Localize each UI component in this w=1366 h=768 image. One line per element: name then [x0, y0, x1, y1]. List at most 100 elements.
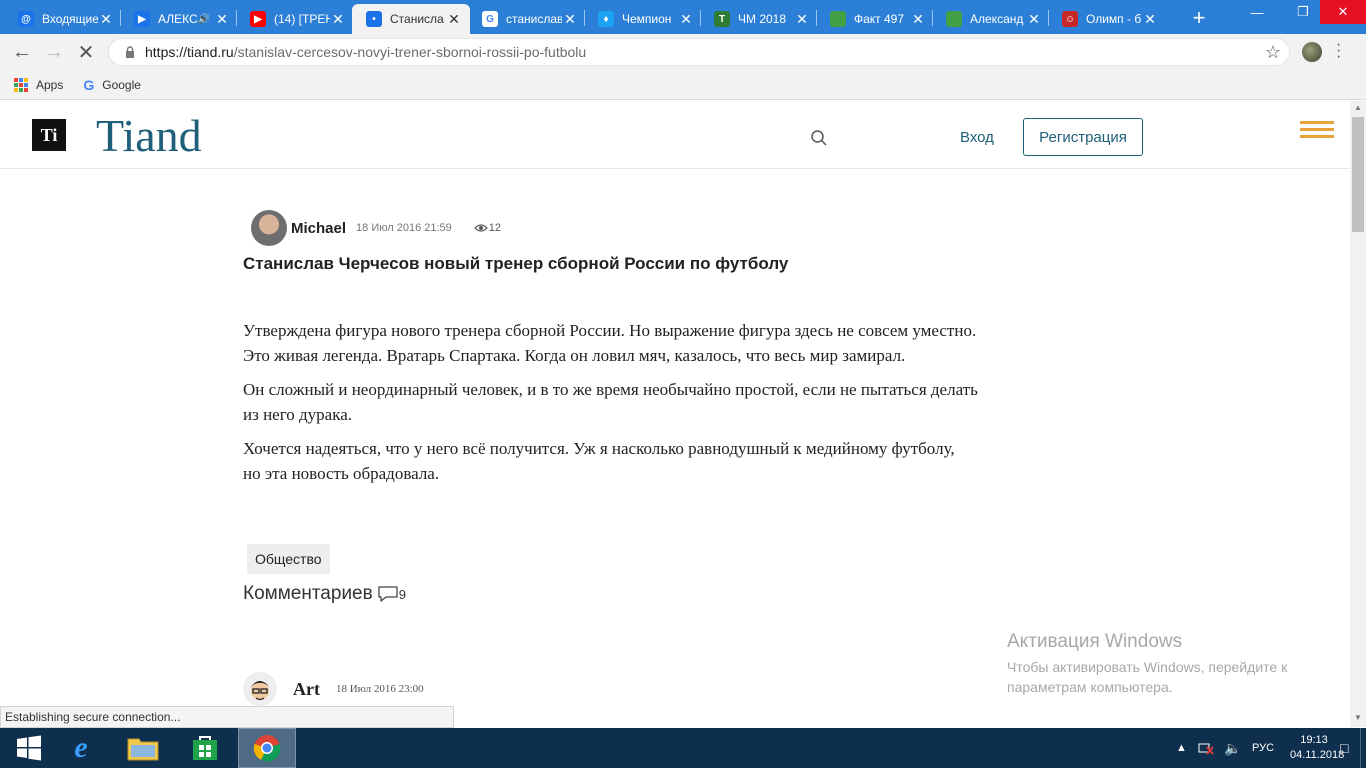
category-tag[interactable]: Общество [247, 544, 330, 574]
commenter-name[interactable]: Art [293, 679, 320, 700]
tab-favicon-icon [946, 11, 962, 27]
tab-favicon-icon: G [482, 11, 498, 27]
browser-tab[interactable]: T ЧМ 2018 ✕ [700, 4, 818, 34]
taskbar-ie[interactable]: e [52, 728, 110, 768]
profile-avatar[interactable] [1302, 42, 1322, 62]
register-button[interactable]: Регистрация [1023, 118, 1143, 156]
activation-text: Чтобы активировать Windows, перейдите кп… [1007, 659, 1288, 695]
tab-separator [236, 10, 237, 26]
apps-grid-icon [14, 77, 28, 92]
comment-header: Art 18 Июл 2016 23:00 [243, 669, 424, 709]
page-scrollbar[interactable]: ▲ ▼ [1350, 101, 1366, 727]
stop-loading-button[interactable]: ✕ [74, 40, 98, 64]
taskbar-chrome[interactable] [238, 728, 296, 768]
tab-favicon-icon: ▶ [250, 11, 266, 27]
browser-tab[interactable]: ▶ (14) [ТРЕН ✕ [236, 4, 354, 34]
scroll-thumb[interactable] [1352, 117, 1364, 232]
address-bar[interactable]: https://tiand.ru/stanislav-cercesov-novy… [108, 38, 1290, 66]
tab-close-icon[interactable]: ✕ [678, 11, 694, 28]
web-page: Ti Tiand Вход Регистрация Michael 18 Июл… [0, 101, 1350, 727]
search-icon[interactable] [810, 129, 828, 147]
forward-button[interactable]: → [42, 40, 66, 64]
tab-strip: + — ❐ ✕ @ Входящие ✕ ▶ АЛЕКС 🔊 ✕ ▶ (14) [ТРЕН ✕ • С… [0, 0, 1366, 34]
author-name[interactable]: Michael [291, 220, 346, 237]
tab-favicon-icon: ☺ [1062, 11, 1078, 27]
bookmark-google[interactable]: G Google [83, 77, 141, 93]
scroll-down-arrow-icon[interactable]: ▼ [1353, 713, 1363, 722]
tab-favicon-icon: T [714, 11, 730, 27]
paragraph: Утверждена фигура нового тренера сборной… [243, 321, 977, 365]
tab-audio-icon[interactable]: 🔊 [198, 14, 210, 25]
browser-tab[interactable]: ♦ Чемпион ✕ [584, 4, 702, 34]
start-button[interactable] [0, 728, 58, 768]
taskbar-explorer[interactable] [114, 728, 172, 768]
tray-overflow-icon[interactable]: ▲ [1176, 728, 1187, 768]
article-title: Станислав Черчесов новый тренер сборной … [243, 254, 789, 273]
status-bubble: Establishing secure connection... [0, 706, 454, 728]
browser-tab[interactable]: Факт 497 ✕ [816, 4, 934, 34]
volume-icon[interactable]: 🔈 [1224, 728, 1241, 768]
minimize-button[interactable]: — [1234, 0, 1280, 24]
tab-favicon-icon [830, 11, 846, 27]
windows-logo-icon [17, 735, 41, 761]
tab-title: Станисла [390, 12, 444, 26]
tab-close-icon[interactable]: ✕ [214, 11, 230, 28]
comments-header: Комментариев 9 [243, 583, 406, 605]
url-text: https://tiand.ru/stanislav-cercesov-novy… [145, 44, 587, 60]
bookmark-label: Google [102, 77, 141, 92]
tab-close-icon[interactable]: ✕ [794, 11, 810, 28]
close-window-button[interactable]: ✕ [1320, 0, 1366, 24]
browser-tab[interactable]: @ Входящие ✕ [4, 4, 122, 34]
tab-close-icon[interactable]: ✕ [562, 11, 578, 28]
new-tab-button[interactable]: + [1186, 5, 1212, 31]
language-indicator[interactable]: РУС [1252, 728, 1274, 768]
site-header: Ti Tiand Вход Регистрация [0, 101, 1350, 169]
author-avatar[interactable] [251, 210, 287, 246]
tab-close-icon[interactable]: ✕ [1142, 11, 1158, 28]
tab-favicon-icon: ♦ [598, 11, 614, 27]
post-date: 18 Июл 2016 21:59 [356, 222, 452, 234]
tab-close-icon[interactable]: ✕ [330, 11, 346, 28]
tab-title: Александ [970, 12, 1024, 26]
login-link[interactable]: Вход [960, 129, 994, 146]
browser-tab[interactable]: Gстанислав ✕ [468, 4, 586, 34]
bookmark-apps[interactable]: Apps [14, 77, 64, 92]
browser-tab[interactable]: Александ ✕ [932, 4, 1050, 34]
browser-tab[interactable]: ☺ Олимп - б ✕ [1048, 4, 1166, 34]
lock-icon [121, 46, 139, 58]
hamburger-menu-icon[interactable] [1300, 121, 1334, 142]
tab-close-icon[interactable]: ✕ [1026, 11, 1042, 28]
tab-close-icon[interactable]: ✕ [446, 11, 462, 28]
bookmark-label: Apps [36, 77, 64, 92]
clock-date: 04.11.2018 [1290, 749, 1345, 761]
tab-close-icon[interactable]: ✕ [910, 11, 926, 28]
author-row: Michael 18 Июл 2016 21:59 12 [251, 208, 501, 248]
google-icon: G [83, 76, 95, 93]
tab-close-icon[interactable]: ✕ [98, 11, 114, 28]
commenter-avatar[interactable] [243, 672, 277, 706]
tab-separator [120, 10, 121, 26]
activation-title: Активация Windows [1007, 631, 1183, 652]
tab-separator [816, 10, 817, 26]
system-clock[interactable]: 19:13 04.11.2018 [1290, 733, 1345, 763]
browser-menu-icon[interactable]: · · · [1336, 37, 1341, 65]
show-desktop-button[interactable] [1360, 728, 1366, 768]
scroll-up-arrow-icon[interactable]: ▲ [1353, 103, 1363, 112]
taskbar-store[interactable] [176, 728, 234, 768]
tab-title: Олимп - б [1086, 12, 1142, 26]
bookmark-star-icon[interactable]: ☆ [1265, 42, 1281, 63]
notifications-icon[interactable]: □ [1340, 728, 1348, 768]
paragraph: Он сложный и неординарный человек, и в т… [243, 380, 978, 424]
browser-tab[interactable]: • Станисла ✕ [352, 4, 470, 34]
eye-icon [473, 224, 488, 232]
article-body: Утверждена фигура нового тренера сборной… [243, 318, 1113, 495]
clock-time: 19:13 [1300, 734, 1328, 746]
network-icon[interactable] [1198, 728, 1214, 768]
site-logo-mark[interactable]: Ti [32, 119, 66, 151]
browser-tab[interactable]: ▶ АЛЕКС 🔊 ✕ [120, 4, 238, 34]
tab-separator [932, 10, 933, 26]
site-logo-text[interactable]: Tiand [96, 109, 202, 162]
comment-bubble-icon [378, 586, 398, 602]
internet-explorer-icon: e [74, 731, 88, 764]
back-button[interactable]: ← [10, 40, 34, 64]
